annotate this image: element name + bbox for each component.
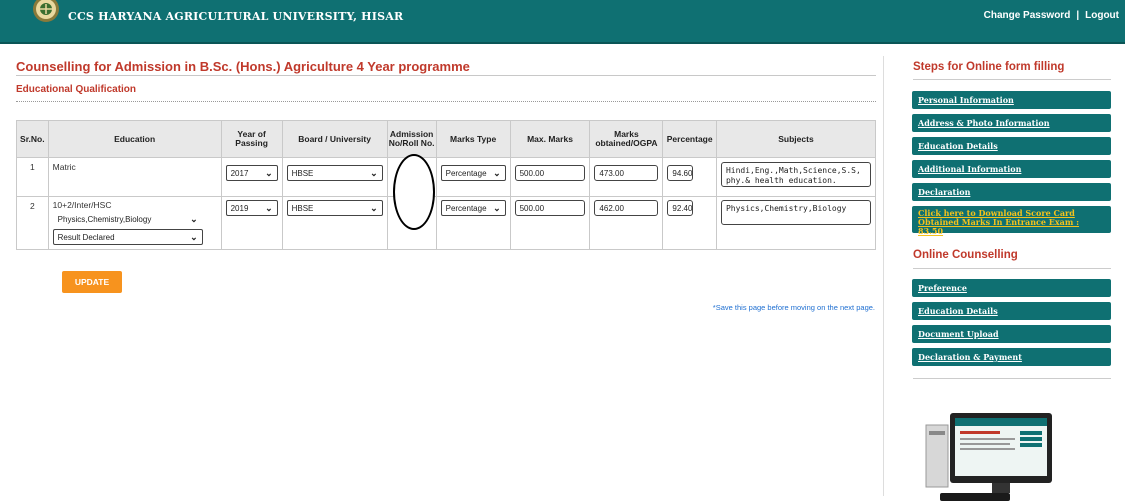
chevron-down-icon: ⌄: [265, 168, 273, 178]
col-header: Subjects: [715, 120, 877, 158]
chevron-down-icon: ⌄: [265, 203, 273, 213]
marks-type-cell: Percentage ⌄: [435, 196, 511, 250]
marks-obtained-input[interactable]: 462.00: [594, 200, 659, 216]
col-header: Year of Passing: [220, 120, 283, 158]
marks-type-select[interactable]: Percentage ⌄: [440, 165, 506, 181]
obtained-cell: 473.00: [589, 157, 664, 197]
counselling-heading: Online Counselling: [913, 249, 1018, 261]
top-links: Change Password | Logout: [984, 10, 1119, 21]
stream-select[interactable]: Physics,Chemistry,Biology ⌄: [52, 211, 203, 227]
table-row: 2 10+2/Inter/HSC Physics,Chemistry,Biolo…: [16, 196, 877, 250]
sidebar-item-document-upload[interactable]: Document Upload: [912, 325, 1111, 343]
section-divider: [16, 101, 876, 102]
update-button[interactable]: UPDATE: [62, 271, 122, 293]
max-marks-input[interactable]: 500.00: [514, 200, 585, 216]
max-marks-cell: 500.00: [509, 196, 591, 250]
col-header: Marks Type: [435, 120, 511, 158]
sidebar-item-address-photo[interactable]: Address & Photo Information: [912, 114, 1111, 132]
col-header: Education: [47, 120, 222, 158]
percentage-cell: 92.40: [662, 196, 717, 250]
redaction-oval: [393, 154, 435, 230]
subjects-cell: Physics,Chemistry,Biology: [715, 196, 877, 250]
top-header-bar: CCS HARYANA AGRICULTURAL UNIVERSITY, HIS…: [0, 0, 1125, 44]
education-table: Sr.No. Education Year of Passing Board /…: [16, 120, 877, 250]
sidebar-item-declaration-payment[interactable]: Declaration & Payment: [912, 348, 1111, 366]
subjects-textarea[interactable]: Hindi,Eng.,Math,Science,S.S, phy.& healt…: [720, 162, 871, 187]
sr-no-cell: 1: [16, 157, 49, 197]
table-header-row: Sr.No. Education Year of Passing Board /…: [16, 120, 877, 158]
chevron-down-icon: ⌄: [493, 203, 501, 214]
sidebar-item-personal-information[interactable]: Personal Information: [912, 91, 1111, 109]
subjects-cell: Hindi,Eng.,Math,Science,S.S, phy.& healt…: [715, 157, 877, 197]
chevron-down-icon: ⌄: [493, 168, 501, 179]
page-title: Counselling for Admission in B.Sc. (Hons…: [16, 59, 470, 74]
result-status-select[interactable]: Result Declared ⌄: [52, 229, 203, 245]
percentage-cell: 94.60: [662, 157, 717, 197]
col-header: Marks obtained/OGPA: [589, 120, 664, 158]
score-card-download-link[interactable]: Click here to Download Score Card Obtain…: [912, 206, 1111, 236]
marks-type-select[interactable]: Percentage ⌄: [440, 200, 506, 216]
sidebar-bottom-rule: [913, 378, 1111, 379]
sr-no-cell: 2: [16, 196, 49, 250]
change-password-link[interactable]: Change Password: [984, 10, 1071, 21]
chevron-down-icon: ⌄: [190, 214, 198, 224]
sidebar-item-education-details[interactable]: Education Details: [912, 137, 1111, 155]
university-title: CCS HARYANA AGRICULTURAL UNIVERSITY, HIS…: [68, 10, 404, 23]
counselling-rule: [913, 268, 1111, 269]
save-note: *Save this page before moving on the nex…: [712, 303, 875, 312]
col-header: Percentage: [662, 120, 717, 158]
university-logo: [33, 0, 59, 22]
sidebar-divider: [883, 56, 884, 496]
chevron-down-icon: ⌄: [370, 168, 378, 178]
chevron-down-icon: ⌄: [370, 203, 378, 213]
subjects-textarea[interactable]: Physics,Chemistry,Biology: [720, 200, 871, 225]
table-row: 1 Matric 2017 ⌄ HBSE ⌄ Percentage ⌄ 500.00 …: [16, 157, 877, 197]
education-cell: 10+2/Inter/HSC Physics,Chemistry,Biology…: [47, 196, 222, 250]
year-cell: 2019 ⌄: [220, 196, 283, 250]
sidebar-item-counselling-education[interactable]: Education Details: [912, 302, 1111, 320]
year-cell: 2017 ⌄: [220, 157, 283, 197]
score-card-line2: Obtained Marks In Entrance Exam : 83.50: [918, 217, 1080, 236]
steps-rule: [913, 79, 1111, 80]
percentage-input[interactable]: 92.40: [667, 200, 694, 216]
board-select[interactable]: HBSE ⌄: [286, 200, 383, 216]
section-title: Educational Qualification: [16, 84, 137, 95]
logout-link[interactable]: Logout: [1085, 10, 1119, 21]
board-select[interactable]: HBSE ⌄: [286, 165, 383, 181]
computer-illustration: [925, 413, 1052, 501]
board-cell: HBSE ⌄: [281, 157, 388, 197]
obtained-cell: 462.00: [589, 196, 664, 250]
education-label: 10+2/Inter/HSC: [52, 200, 112, 210]
col-header: Sr.No.: [16, 120, 49, 158]
marks-type-cell: Percentage ⌄: [435, 157, 511, 197]
marks-obtained-input[interactable]: 473.00: [594, 165, 659, 181]
title-divider: [16, 75, 876, 76]
max-marks-cell: 500.00: [509, 157, 591, 197]
col-header: Board / University: [281, 120, 388, 158]
year-select[interactable]: 2019 ⌄: [225, 200, 278, 216]
sidebar-item-declaration[interactable]: Declaration: [912, 183, 1111, 201]
col-header: Admission No/Roll No.: [386, 120, 437, 158]
col-header: Max. Marks: [509, 120, 591, 158]
board-cell: HBSE ⌄: [281, 196, 388, 250]
steps-heading: Steps for Online form filling: [913, 61, 1065, 73]
percentage-input[interactable]: 94.60: [667, 165, 694, 181]
sidebar-item-preference[interactable]: Preference: [912, 279, 1111, 297]
link-separator: |: [1076, 10, 1080, 21]
year-select[interactable]: 2017 ⌄: [225, 165, 278, 181]
sidebar-item-additional-information[interactable]: Additional Information: [912, 160, 1111, 178]
education-cell: Matric: [47, 157, 222, 197]
chevron-down-icon: ⌄: [190, 232, 198, 242]
max-marks-input[interactable]: 500.00: [514, 165, 585, 181]
